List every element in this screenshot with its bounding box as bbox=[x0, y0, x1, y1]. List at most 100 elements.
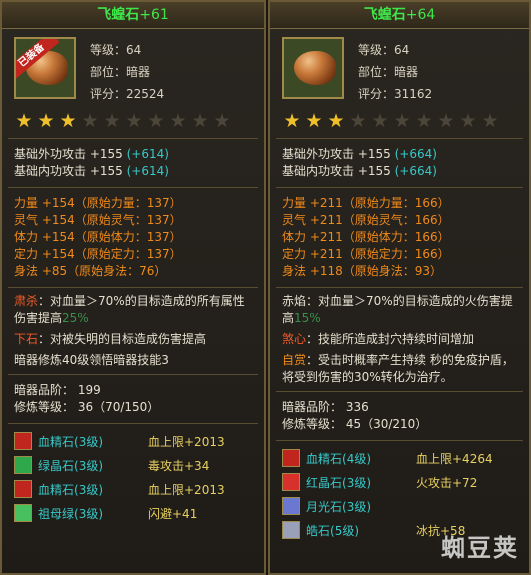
base-inner-attack: 基础内功攻击 +155 bbox=[14, 164, 123, 178]
item-slot: 部位：暗器 bbox=[358, 65, 419, 79]
skill-1: 肃杀：对血量＞70%的目标造成的所有属性伤害提高25% bbox=[2, 291, 264, 329]
base-inner-attack-bonus: (+614) bbox=[126, 164, 169, 178]
gem-row[interactable]: 血精石(4级) 血上限+4264 bbox=[270, 446, 529, 470]
gem-stat: 闪避+41 bbox=[148, 506, 198, 521]
divider bbox=[276, 138, 523, 139]
star-empty-icon: ★ bbox=[437, 110, 455, 132]
star-filled-icon: ★ bbox=[15, 110, 33, 132]
attribute-section: 力量 +211（原始力量：166） 灵气 +211（原始灵气：166） 体力 +… bbox=[270, 191, 529, 284]
star-filled-icon: ★ bbox=[59, 110, 77, 132]
green-crystal-icon bbox=[14, 456, 32, 474]
gem-stat: 火攻击+72 bbox=[416, 475, 478, 490]
gem-row[interactable]: 血精石(3级) 血上限+2013 bbox=[2, 477, 264, 501]
blood-stone-icon bbox=[282, 449, 300, 467]
gem-name-text: 祖母绿 bbox=[38, 506, 75, 521]
star-empty-icon: ★ bbox=[147, 110, 165, 132]
item-enhance-level: +61 bbox=[139, 7, 169, 23]
grade-section: 暗器品阶： 336 修炼等级： 45（30/210） bbox=[270, 395, 529, 437]
skill-2-name: 下石 bbox=[14, 332, 39, 346]
item-icon-frame[interactable] bbox=[282, 37, 344, 99]
item-slot: 部位：暗器 bbox=[90, 65, 151, 79]
attr-focus: 定力 +154（原始定力：137） bbox=[14, 247, 182, 261]
base-attack-section: 基础外功攻击 +155 (+664) 基础内功攻击 +155 (+664) bbox=[270, 142, 529, 184]
weapon-grade: 暗器品阶： 336 bbox=[282, 400, 369, 414]
gem-stat: 血上限+2013 bbox=[148, 434, 225, 449]
item-meta: 等级：64 部位：暗器 评分：22524 bbox=[90, 39, 164, 105]
star-row: ★ ★ ★ ★ ★ ★ ★ ★ ★ ★ bbox=[14, 111, 232, 133]
skill-section: 赤焰：对血量＞70%的目标造成的火伤害提高15% 煞心：技能所造成封穴持续时间增… bbox=[270, 291, 529, 388]
attr-agility: 身法 +85（原始身法：76） bbox=[14, 264, 167, 278]
divider bbox=[8, 287, 258, 288]
train-level: 修炼等级： 36（70/150） bbox=[14, 400, 160, 414]
star-filled-icon: ★ bbox=[327, 110, 345, 132]
base-attack-section: 基础外功攻击 +155 (+614) 基础内功攻击 +155 (+614) bbox=[2, 142, 264, 184]
item-icon-frame[interactable]: 已装备 bbox=[14, 37, 76, 99]
star-filled-icon: ★ bbox=[305, 110, 323, 132]
base-outer-attack-bonus: (+614) bbox=[126, 147, 169, 161]
gem-level: (3级) bbox=[342, 499, 372, 514]
star-empty-icon: ★ bbox=[393, 110, 411, 132]
gem-name: 祖母绿(3级) bbox=[38, 505, 148, 522]
star-empty-icon: ★ bbox=[213, 110, 231, 132]
gem-name: 月光石(3级) bbox=[306, 498, 416, 515]
attribute-section: 力量 +154（原始力量：137） 灵气 +154（原始灵气：137） 体力 +… bbox=[2, 191, 264, 284]
gem-name-text: 血精石 bbox=[306, 451, 343, 466]
item-tooltip-right: 飞蝗石+64 等级：64 部位：暗器 评分：31162 ★ ★ ★ ★ ★ ★ ★ ★ ★ ★ 基… bbox=[268, 0, 531, 575]
skill-2-name: 煞心 bbox=[282, 332, 307, 346]
gem-name: 红晶石(3级) bbox=[306, 474, 416, 491]
red-crystal-icon bbox=[282, 473, 300, 491]
train-level: 修炼等级： 45（30/210） bbox=[282, 417, 428, 431]
gem-row[interactable]: 红晶石(3级) 火攻击+72 bbox=[270, 470, 529, 494]
gem-level: (4级) bbox=[342, 451, 372, 466]
base-attack-line: 基础外功攻击 +155 (+664) bbox=[270, 146, 529, 163]
gem-row[interactable]: 绿晶石(3级) 毒攻击+34 bbox=[2, 453, 264, 477]
skill-1-name: 肃杀 bbox=[14, 294, 39, 308]
item-level: 等级：64 bbox=[90, 43, 142, 57]
divider bbox=[8, 374, 258, 375]
star-empty-icon: ★ bbox=[103, 110, 121, 132]
star-empty-icon: ★ bbox=[371, 110, 389, 132]
skill-1-name: 赤焰 bbox=[282, 294, 307, 308]
gem-name: 绿晶石(3级) bbox=[38, 457, 148, 474]
gem-name-text: 月光石 bbox=[306, 499, 343, 514]
gem-name: 血精石(3级) bbox=[38, 481, 148, 498]
skill-2: 下石：对被失明的目标造成伤害提高 bbox=[2, 329, 264, 350]
skill-1-pct: 25% bbox=[62, 311, 89, 325]
blood-stone-icon bbox=[14, 480, 32, 498]
divider bbox=[276, 440, 523, 441]
gem-row[interactable]: 血精石(3级) 血上限+2013 bbox=[2, 429, 264, 453]
skill-3-desc: ：受击时概率产生持续 秒的免疫护盾，将受到伤害的30%转化为治疗。 bbox=[282, 353, 514, 384]
item-score: 评分：31162 bbox=[358, 87, 433, 101]
grade-section: 暗器品阶： 199 修炼等级： 36（70/150） bbox=[2, 378, 264, 420]
skill-2-desc: ：技能所造成封穴持续时间增加 bbox=[306, 332, 475, 346]
attr-spirit: 灵气 +154（原始灵气：137） bbox=[14, 213, 182, 227]
moonstone-icon bbox=[282, 497, 300, 515]
divider bbox=[276, 391, 523, 392]
base-attack-line: 基础外功攻击 +155 (+614) bbox=[2, 146, 264, 163]
base-attack-line: 基础内功攻击 +155 (+664) bbox=[270, 163, 529, 180]
gem-name-text: 绿晶石 bbox=[38, 458, 75, 473]
gem-level: (3级) bbox=[74, 434, 104, 449]
gem-name-text: 红晶石 bbox=[306, 475, 343, 490]
gem-row[interactable]: 月光石(3级) bbox=[270, 494, 529, 518]
gem-name: 皓石(5级) bbox=[306, 522, 416, 539]
star-empty-icon: ★ bbox=[481, 110, 499, 132]
gem-name-text: 血精石 bbox=[38, 434, 75, 449]
gem-list: 血精石(3级) 血上限+2013 绿晶石(3级) 毒攻击+34 血精石(3级) 血上限+2… bbox=[2, 427, 264, 527]
skill-1-pct: 15% bbox=[294, 311, 321, 325]
item-header: 已装备 等级：64 部位：暗器 评分：22524 bbox=[2, 29, 264, 113]
gem-level: (5级) bbox=[330, 523, 360, 538]
attr-stamina: 体力 +211（原始体力：166） bbox=[282, 230, 450, 244]
star-empty-icon: ★ bbox=[191, 110, 209, 132]
star-rating: ★ ★ ★ ★ ★ ★ ★ ★ ★ ★ bbox=[2, 111, 264, 135]
base-attack-line: 基础内功攻击 +155 (+614) bbox=[2, 163, 264, 180]
attr-strength: 力量 +154（原始力量：137） bbox=[14, 196, 182, 210]
gem-level: (3级) bbox=[342, 475, 372, 490]
gem-level: (3级) bbox=[74, 458, 104, 473]
star-empty-icon: ★ bbox=[415, 110, 433, 132]
base-outer-attack: 基础外功攻击 +155 bbox=[14, 147, 123, 161]
star-empty-icon: ★ bbox=[81, 110, 99, 132]
skill-2: 煞心：技能所造成封穴持续时间增加 bbox=[270, 329, 529, 350]
gem-name: 血精石(3级) bbox=[38, 433, 148, 450]
gem-row[interactable]: 祖母绿(3级) 闪避+41 bbox=[2, 501, 264, 525]
